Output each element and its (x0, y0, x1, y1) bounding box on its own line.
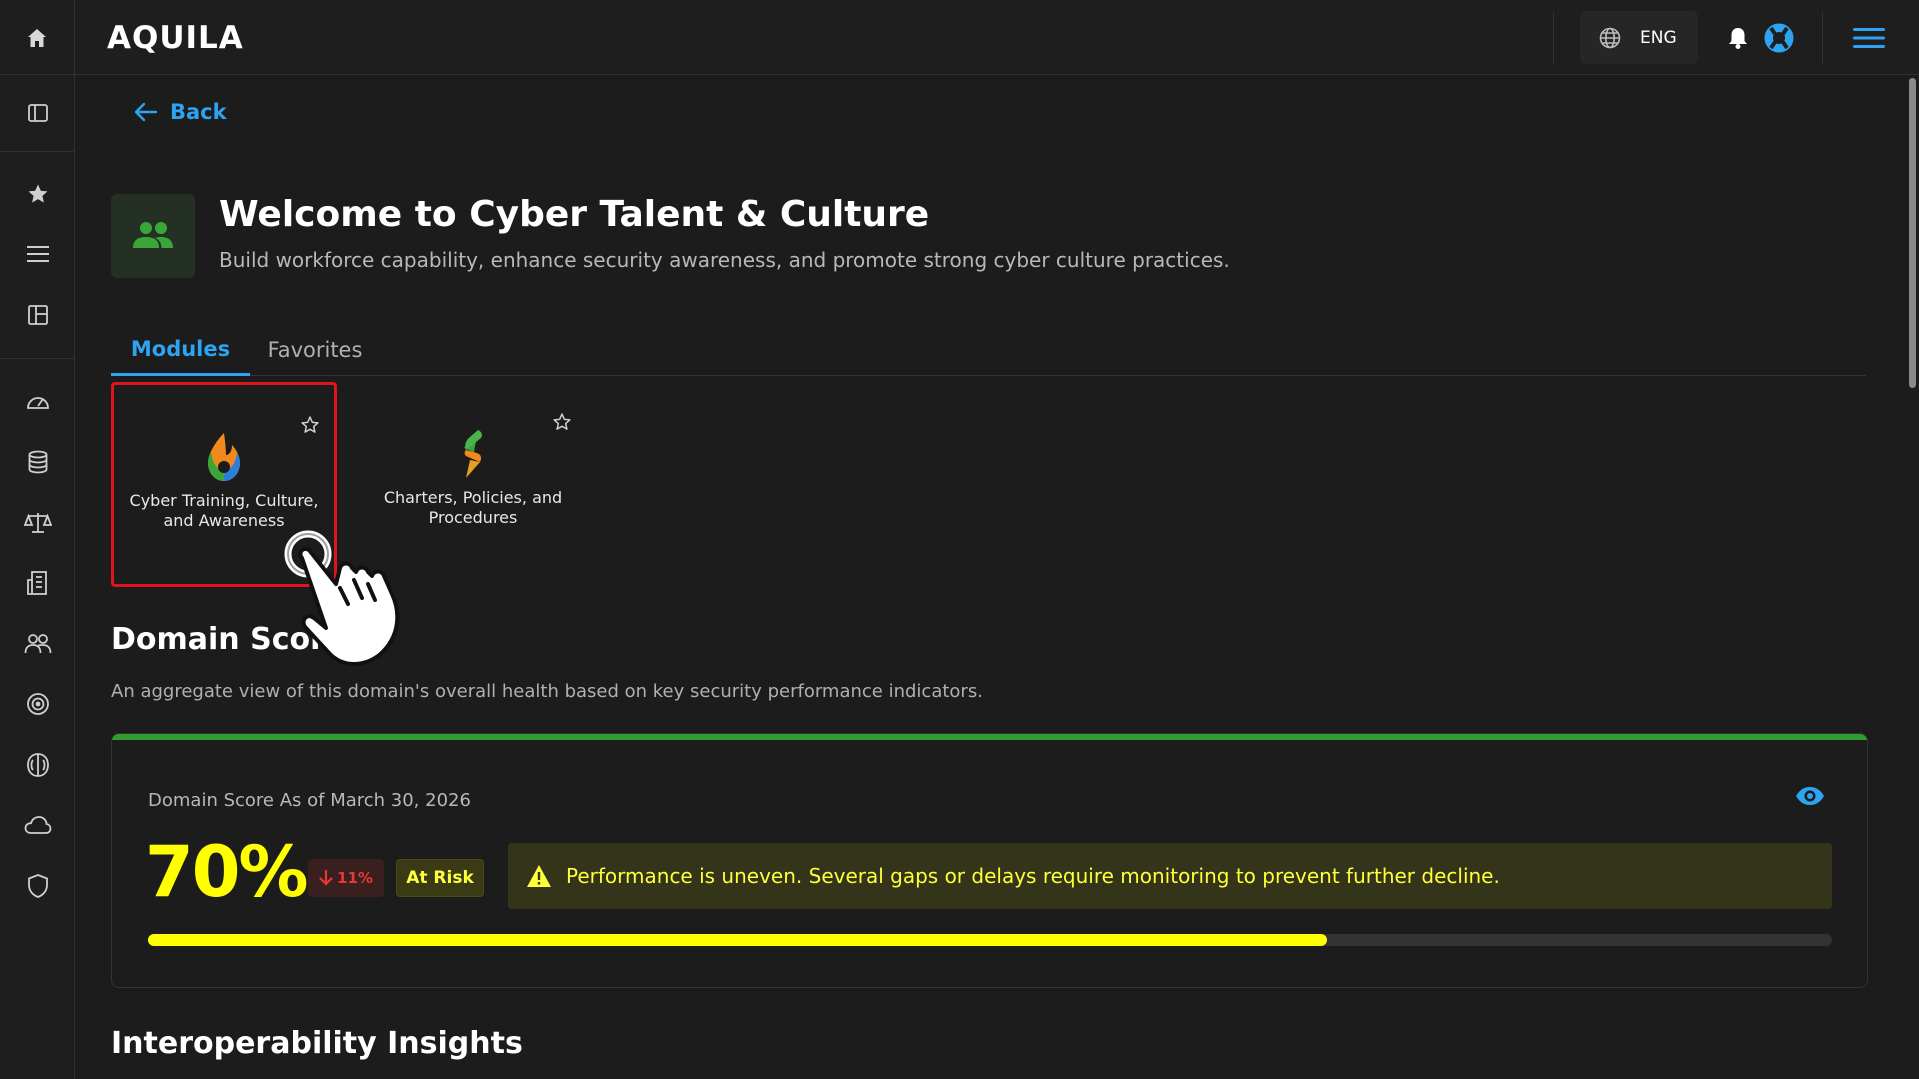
scrollbar-thumb[interactable] (1909, 78, 1916, 388)
help-button[interactable] (1762, 21, 1796, 55)
shield-icon (27, 874, 48, 898)
eye-icon[interactable] (1795, 786, 1825, 806)
gauge-icon (26, 397, 49, 409)
score-alert-text: Performance is uneven. Several gaps or d… (566, 864, 1500, 888)
tab-bar: Modules Favorites (111, 324, 1866, 376)
score-delta-value: 11% (337, 869, 373, 887)
score-value: 70% (145, 831, 309, 913)
sidebar-item-database[interactable] (0, 440, 75, 484)
sidebar-item-layout[interactable] (0, 293, 75, 337)
tab-favorites[interactable]: Favorites (250, 324, 380, 376)
section-description: An aggregate view of this domain's overa… (111, 681, 983, 702)
people-icon (24, 634, 51, 654)
app-logo[interactable]: AQUILA (107, 18, 244, 58)
list-icon (26, 246, 49, 262)
cloud-icon (24, 816, 51, 834)
divider (1822, 12, 1823, 64)
sidebar (0, 75, 75, 1079)
score-progress-fill (148, 934, 1327, 946)
back-link[interactable]: Back (134, 100, 227, 124)
star-icon (28, 184, 47, 203)
sidebar-item-security[interactable] (0, 864, 75, 908)
main-menu-button[interactable] (1852, 22, 1886, 54)
domain-icon-tile (111, 194, 195, 278)
score-delta-badge: 11% (308, 859, 384, 897)
globe-icon (1599, 27, 1621, 48)
notifications-button[interactable] (1724, 24, 1752, 52)
sidebar-item-reports[interactable] (0, 561, 75, 605)
sidebar-item-compliance[interactable] (0, 501, 75, 545)
star-outline-icon[interactable] (300, 415, 320, 435)
target-icon (26, 693, 49, 715)
home-button[interactable] (0, 0, 75, 75)
scale-icon (23, 513, 52, 533)
score-alert: Performance is uneven. Several gaps or d… (508, 843, 1832, 909)
bell-icon (1729, 28, 1747, 49)
sidebar-item-target[interactable] (0, 682, 75, 726)
sidebar-item-favorites[interactable] (0, 172, 75, 216)
hand-pointer-icon (284, 530, 400, 666)
lifebuoy-icon (1764, 23, 1794, 53)
module-label: Charters, Policies, and Procedures (383, 488, 563, 527)
score-date-label: Domain Score As of March 30, 2026 (148, 790, 471, 811)
top-bar: AQUILA ENG (0, 0, 1919, 75)
sidebar-toggle-button[interactable] (0, 91, 75, 135)
sidebar-item-intelligence[interactable] (0, 743, 75, 787)
star-outline-icon[interactable] (552, 412, 572, 432)
panel-icon (27, 104, 48, 122)
language-selector[interactable]: ENG (1580, 11, 1698, 64)
back-label: Back (170, 100, 227, 124)
warning-icon (527, 865, 551, 887)
sidebar-divider (0, 358, 75, 359)
divider (1553, 12, 1554, 64)
tab-modules[interactable]: Modules (111, 324, 250, 376)
people-icon (133, 222, 173, 248)
domain-score-card: Domain Score As of March 30, 2026 70% 11… (111, 733, 1868, 988)
arrow-down-icon (319, 870, 333, 886)
database-icon (28, 450, 47, 474)
app-logo-text: AQUILA (107, 20, 244, 56)
building-icon (26, 571, 47, 595)
section-title-interoperability: Interoperability Insights (111, 1026, 523, 1061)
home-icon (28, 28, 46, 47)
arrow-left-icon (134, 102, 158, 122)
brain-icon (26, 753, 49, 777)
page-subtitle: Build workforce capability, enhance secu… (219, 248, 1230, 272)
hamburger-icon (1853, 28, 1885, 48)
page-scrollbar[interactable] (1906, 76, 1919, 1079)
language-label: ENG (1640, 27, 1677, 48)
layout-icon (27, 305, 48, 325)
status-accent-bar (112, 734, 1867, 740)
sidebar-item-cloud[interactable] (0, 803, 75, 847)
page-title: Welcome to Cyber Talent & Culture (219, 194, 930, 235)
sidebar-item-list[interactable] (0, 232, 75, 276)
sidebar-item-people[interactable] (0, 622, 75, 666)
status-badge: At Risk (396, 859, 484, 897)
score-progress-bar (148, 934, 1832, 946)
flame-logo-icon (208, 433, 240, 481)
sidebar-divider (0, 151, 75, 152)
sidebar-item-dashboard[interactable] (0, 380, 75, 424)
s-logo-icon (464, 430, 482, 478)
